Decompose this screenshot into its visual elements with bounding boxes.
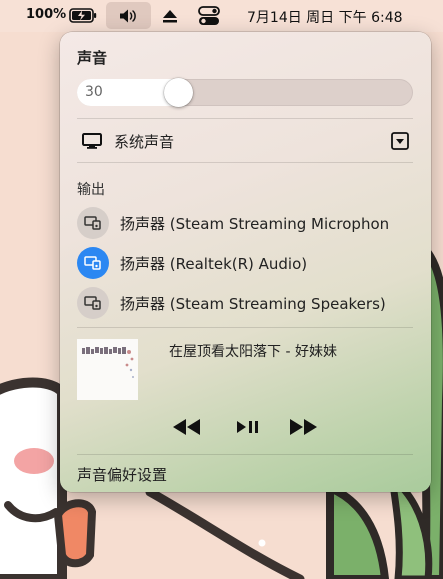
battery-charging-icon[interactable] bbox=[69, 8, 97, 23]
sound-preferences-link[interactable]: 声音偏好设置 bbox=[77, 464, 167, 485]
play-pause-icon[interactable] bbox=[236, 417, 260, 437]
divider bbox=[77, 118, 413, 119]
panel-title: 声音 bbox=[77, 49, 108, 67]
volume-slider[interactable]: 30 bbox=[77, 78, 413, 107]
output-section-label: 输出 bbox=[77, 182, 105, 198]
menu-bar: 100% 7月14日 周日 下午 6:48 bbox=[0, 0, 443, 32]
output-device-item[interactable]: 扬声器 (Steam Streaming Microphon bbox=[77, 207, 413, 239]
output-device-label: 扬声器 (Steam Streaming Microphon bbox=[120, 215, 390, 233]
speaker-device-icon bbox=[77, 207, 109, 239]
divider bbox=[77, 327, 413, 328]
output-device-item[interactable]: 扬声器 (Steam Streaming Speakers) bbox=[77, 287, 413, 319]
menu-bar-clock[interactable]: 7月14日 周日 下午 6:48 bbox=[247, 7, 403, 27]
system-sound-label: 系统声音 bbox=[114, 133, 175, 151]
battery-percentage: 100% bbox=[26, 7, 67, 22]
output-device-label: 扬声器 (Steam Streaming Speakers) bbox=[120, 295, 386, 313]
output-device-label: 扬声器 (Realtek(R) Audio) bbox=[120, 255, 308, 273]
speaker-device-icon bbox=[77, 247, 109, 279]
divider bbox=[77, 162, 413, 163]
sound-panel: 声音 30 系统声音 输出 扬声器 (Steam Streaming Micro… bbox=[60, 32, 431, 492]
now-playing-title: 在屋顶看太阳落下 - 好妹妹 bbox=[169, 344, 337, 360]
divider bbox=[77, 454, 413, 455]
speaker-device-icon bbox=[77, 287, 109, 319]
dropdown-arrow-icon[interactable] bbox=[391, 132, 409, 150]
fast-forward-icon[interactable] bbox=[288, 417, 318, 437]
album-art bbox=[77, 339, 138, 400]
system-sound-row[interactable]: 系统声音 bbox=[77, 129, 413, 153]
volume-value: 30 bbox=[85, 84, 103, 100]
eject-icon[interactable] bbox=[162, 9, 178, 23]
volume-icon bbox=[119, 9, 136, 22]
output-device-item[interactable]: 扬声器 (Realtek(R) Audio) bbox=[77, 247, 413, 279]
volume-slider-knob[interactable] bbox=[163, 78, 193, 107]
control-center-icon[interactable] bbox=[198, 6, 220, 26]
volume-menu-button[interactable] bbox=[106, 2, 151, 29]
rewind-icon[interactable] bbox=[172, 417, 202, 437]
display-icon bbox=[82, 133, 102, 149]
